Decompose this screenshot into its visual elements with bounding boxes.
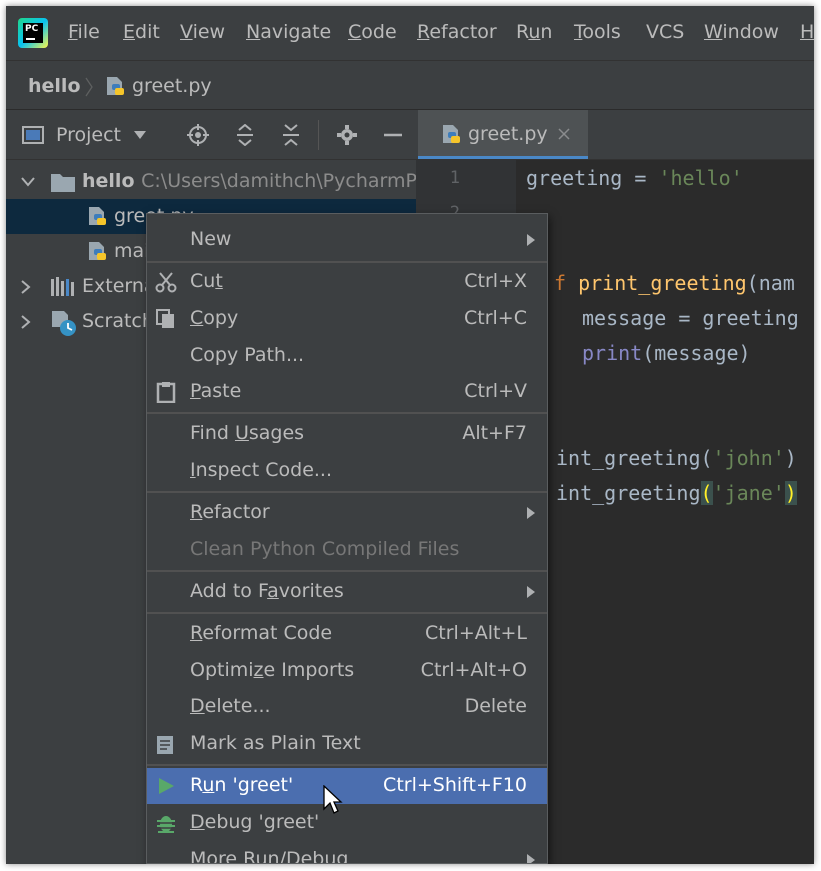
submenu-arrow-icon [527, 507, 535, 519]
code-line-7: int_greeting('john') [556, 446, 797, 470]
clipboard-icon [156, 382, 176, 403]
submenu-arrow-icon [527, 586, 535, 598]
menu-divider [147, 261, 547, 263]
menu-divider [147, 612, 547, 614]
menu-divider [147, 491, 547, 493]
toolbar-divider [318, 120, 319, 150]
tree-row-root[interactable]: hello C:\Users\damithch\PycharmPr [6, 164, 424, 199]
code-line-4: message = greeting [582, 306, 799, 330]
chevron-right-icon[interactable] [20, 314, 32, 330]
menu-divider [147, 412, 547, 414]
scissors-icon [155, 272, 177, 293]
menu-code[interactable]: Code [348, 21, 397, 43]
chevron-right-icon [85, 77, 93, 97]
code-line-8: int_greeting('jane') [556, 481, 797, 505]
menu-item-inspect-code[interactable]: Inspect Code... [147, 453, 547, 489]
project-window-icon [22, 126, 44, 144]
line-number: 1 [449, 168, 460, 188]
menu-refactor[interactable]: Refactor [417, 21, 497, 43]
menu-item-debug-greet[interactable]: Debug 'greet' [147, 805, 547, 841]
run-icon [159, 778, 174, 794]
library-icon [51, 277, 74, 296]
minimize-icon[interactable] [382, 124, 404, 146]
chevron-down-icon[interactable] [132, 128, 148, 142]
python-file-icon [443, 125, 460, 143]
tab-greet-py[interactable]: greet.py [418, 110, 588, 159]
code-line-3: f print_greeting(nam [554, 271, 795, 295]
menu-item-mark-plain-text[interactable]: Mark as Plain Text [147, 726, 547, 762]
chevron-down-icon[interactable] [20, 176, 36, 188]
collapse-all-icon[interactable] [280, 124, 302, 146]
tab-label: greet.py [468, 123, 548, 145]
breadcrumb: hello greet.py [6, 60, 814, 110]
copy-icon [156, 309, 174, 328]
close-icon[interactable] [558, 128, 570, 140]
project-panel-header: Project [6, 110, 416, 160]
chevron-right-icon[interactable] [20, 279, 32, 295]
menu-item-copy-path[interactable]: Copy Path... [147, 338, 547, 374]
menu-navigate[interactable]: Navigate [246, 21, 331, 43]
menu-window[interactable]: Window [704, 21, 779, 43]
context-menu: New Cut Ctrl+X Copy Ctrl+C Copy Path... [146, 213, 548, 864]
menu-help[interactable]: H [800, 21, 814, 43]
menu-item-paste[interactable]: Paste Ctrl+V [147, 374, 547, 410]
menu-item-optimize-imports[interactable]: Optimize Imports Ctrl+Alt+O [147, 653, 547, 689]
menu-divider [147, 570, 547, 572]
scratches-icon [52, 311, 76, 336]
tree-external-label: Externa [82, 275, 156, 297]
python-file-icon [89, 242, 106, 260]
python-file-icon [89, 207, 106, 225]
plain-text-icon [157, 736, 173, 754]
pycharm-logo-icon: PC [18, 18, 48, 48]
menu-item-run-greet[interactable]: Run 'greet' Ctrl+Shift+F10 [147, 768, 547, 804]
code-line-5: print(message) [582, 341, 751, 365]
menu-item-clean-compiled: Clean Python Compiled Files [190, 538, 460, 560]
python-file-icon [107, 77, 124, 95]
menu-item-find-usages[interactable]: Find Usages Alt+F7 [147, 416, 547, 452]
breadcrumb-project[interactable]: hello [28, 75, 81, 97]
editor-tabs: greet.py [416, 110, 814, 160]
expand-all-icon[interactable] [234, 124, 256, 146]
gear-icon[interactable] [336, 124, 358, 146]
menu-item-refactor[interactable]: Refactor [147, 495, 547, 531]
menu-item-add-to-favorites[interactable]: Add to Favorites [147, 574, 547, 610]
menu-view[interactable]: View [180, 21, 225, 43]
ide-window: PC File Edit View Navigate Code Refactor… [6, 6, 814, 864]
menu-file[interactable]: File [68, 21, 100, 43]
folder-icon [51, 174, 75, 192]
code-line-1: greeting = 'hello' [526, 166, 743, 190]
menu-divider [147, 764, 547, 766]
menu-vcs[interactable]: VCS [646, 21, 684, 43]
menu-item-reformat-code[interactable]: Reformat Code Ctrl+Alt+L [147, 616, 547, 652]
menu-item-new[interactable]: New [147, 222, 547, 258]
tree-root-label: hello C:\Users\damithch\PycharmPr [82, 170, 425, 192]
bug-icon [157, 816, 175, 833]
menu-item-cut[interactable]: Cut Ctrl+X [147, 264, 547, 300]
project-panel-title[interactable]: Project [56, 124, 121, 146]
mouse-pointer-icon [323, 785, 343, 814]
menu-edit[interactable]: Edit [123, 21, 160, 43]
submenu-arrow-icon [527, 234, 535, 246]
menu-item-more-run-debug[interactable]: More Run/Debug [147, 842, 547, 863]
locate-icon[interactable] [187, 124, 209, 146]
menu-item-copy[interactable]: Copy Ctrl+C [147, 301, 547, 337]
menu-tools[interactable]: Tools [574, 21, 621, 43]
breadcrumb-file[interactable]: greet.py [132, 75, 212, 97]
menu-item-delete[interactable]: Delete... Delete [147, 689, 547, 725]
menu-run[interactable]: Run [516, 21, 552, 43]
tree-scratches-label: Scratch [82, 310, 154, 332]
menu-bar: PC File Edit View Navigate Code Refactor… [6, 6, 814, 60]
submenu-arrow-icon [527, 854, 535, 863]
tree-file-label: mai [114, 240, 150, 262]
